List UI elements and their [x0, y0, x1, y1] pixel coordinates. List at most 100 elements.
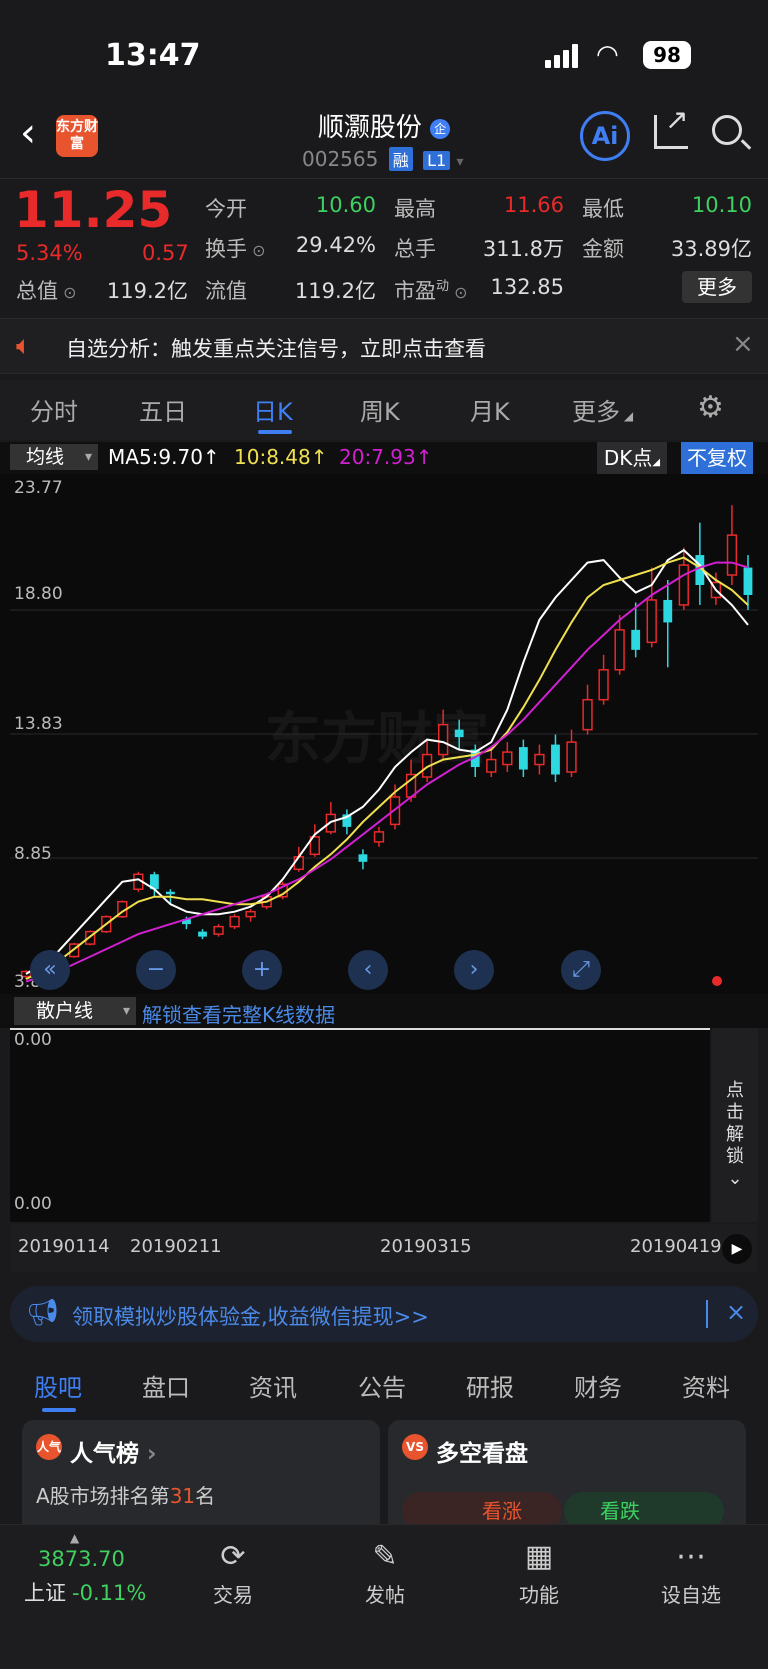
candle-down	[631, 629, 641, 650]
share-icon[interactable]	[654, 103, 688, 149]
candle-up	[726, 534, 738, 576]
date-axis: 20190114 20190211 20190315 20190419 ▶	[10, 1224, 758, 1272]
info-dots-icon: ⊙	[58, 283, 77, 302]
active-tab-indicator	[42, 1408, 76, 1412]
index-value[interactable]: 3873.70	[38, 1547, 125, 1571]
pe-superscript: 动	[436, 279, 450, 294]
ma-line-ma20	[25, 561, 749, 983]
high-value: 11.66	[503, 193, 564, 217]
index-name-row[interactable]: 上证 -0.11%	[24, 1577, 146, 1607]
search-icon[interactable]	[712, 115, 742, 145]
bull-bear-card[interactable]: VS 多空看盘 看涨 看跌	[388, 1420, 746, 1524]
tab-five-day[interactable]: 五日	[139, 392, 187, 427]
tab-research[interactable]: 研报	[466, 1368, 514, 1403]
pe-label[interactable]: 市盈动 ⊙	[394, 275, 468, 305]
no-adjust-button[interactable]: 不复权	[681, 442, 753, 474]
speaker-icon: 🔈︎	[16, 331, 32, 361]
nav-post[interactable]: ✎ 发帖	[340, 1539, 430, 1608]
more-button[interactable]: 更多	[682, 271, 752, 303]
stock-title[interactable]: 顺灏股份 企	[0, 107, 768, 144]
x-tick-label: 20190114	[18, 1236, 110, 1257]
unlock-kline-link[interactable]: 解锁查看完整K线数据	[142, 999, 335, 1028]
yen-circle-icon: ⟳	[220, 1539, 246, 1574]
close-icon[interactable]: ×	[726, 1298, 746, 1326]
caret-up-icon: ▲	[70, 1531, 80, 1545]
latest-marker-dot	[712, 976, 722, 986]
candle-down	[454, 729, 464, 738]
tab-intraday[interactable]: 分时	[30, 392, 78, 427]
scroll-right-icon[interactable]: ›	[454, 950, 494, 990]
current-price: 11.25	[14, 181, 173, 239]
high-label: 最高	[394, 197, 436, 221]
candle-up	[678, 564, 689, 606]
scroll-to-start-icon[interactable]: «	[30, 950, 70, 990]
candle-up	[614, 629, 625, 671]
quote-panel: 11.25 5.34% 0.57 今开 10.60 最高 11.66 最低 10…	[0, 178, 768, 308]
tab-finance[interactable]: 财务	[574, 1368, 622, 1403]
active-tab-indicator	[258, 430, 292, 434]
divider	[706, 1300, 708, 1328]
nav-trade[interactable]: ⟳ 交易	[188, 1539, 278, 1608]
turnover-label[interactable]: 换手 ⊙	[205, 233, 266, 263]
dk-point-button[interactable]: DK点◢	[597, 442, 667, 474]
tab-profile[interactable]: 资料	[682, 1368, 730, 1403]
candle-up	[646, 599, 657, 644]
promo-banner[interactable]: 📢︎ 领取模拟炒股体验金,收益微信提现>> ×	[10, 1286, 758, 1342]
float-cap-value: 119.2亿	[294, 279, 376, 303]
ma10-value: 10:8.48↑	[234, 445, 328, 469]
tab-weekly-k[interactable]: 周K	[360, 392, 400, 427]
bullish-button[interactable]: 看涨	[402, 1492, 562, 1524]
nav-functions[interactable]: ▦ 功能	[494, 1539, 584, 1608]
popularity-rank: A股市场排名第31名	[36, 1484, 216, 1508]
level-badge: L1	[423, 151, 451, 170]
zoom-out-icon[interactable]: −	[136, 950, 176, 990]
y-tick-label: 23.77	[14, 478, 63, 498]
bearish-button[interactable]: 看跌	[564, 1492, 724, 1524]
sub-indicator-selector[interactable]: 散户线	[14, 997, 136, 1025]
mktcap-label[interactable]: 总值 ⊙	[16, 275, 77, 305]
candle-down	[198, 931, 207, 937]
tab-monthly-k[interactable]: 月K	[470, 392, 510, 427]
indicator-selector[interactable]: 均线	[10, 444, 98, 470]
signal-notice-banner[interactable]: 🔈︎ 自选分析：触发重点关注信号，立即点击查看 ×	[0, 318, 768, 374]
settings-gear-icon[interactable]: ⚙	[697, 390, 724, 425]
index-change: -0.11%	[72, 1581, 147, 1605]
notice-text: 自选分析：触发重点关注信号，立即点击查看	[66, 337, 486, 361]
tab-more[interactable]: 更多 ◢	[572, 392, 633, 427]
popularity-card[interactable]: 人气 人气榜 › A股市场排名第31名	[22, 1420, 380, 1524]
candle-up	[534, 753, 545, 766]
low-label: 最低	[582, 197, 624, 221]
candle-down	[743, 567, 753, 595]
bottom-nav: ▲ 3873.70 上证 -0.11% ⟳ 交易 ✎ 发帖 ▦ 功能 ⋯ 设自选	[0, 1524, 768, 1669]
kline-chart[interactable]: 东方财富 23.77 18.80 13.83 8.85 3.88 « − + ‹…	[0, 474, 768, 994]
ai-assistant-button[interactable]: Ai	[580, 111, 630, 161]
play-icon[interactable]: ▶	[722, 1234, 752, 1264]
megaphone-icon: 📢︎	[26, 1298, 60, 1328]
candle-up	[486, 758, 497, 773]
feature-cards: 人气 人气榜 › A股市场排名第31名 VS 多空看盘 看涨 看跌	[0, 1414, 768, 1524]
fullscreen-icon[interactable]: ⤢	[561, 950, 601, 990]
zoom-in-icon[interactable]: +	[242, 950, 282, 990]
candle-up	[229, 915, 240, 928]
stock-name: 顺灏股份	[317, 113, 422, 143]
x-tick-label: 20190419	[630, 1236, 722, 1257]
edit-icon: ✎	[372, 1539, 398, 1574]
tab-pankou[interactable]: 盘口	[142, 1368, 190, 1403]
ma-line-ma5	[25, 548, 749, 975]
candle-down	[663, 599, 673, 623]
tab-guba[interactable]: 股吧	[34, 1368, 82, 1403]
tab-announcements[interactable]: 公告	[358, 1368, 406, 1403]
nav-add-watchlist[interactable]: ⋯ 设自选	[646, 1539, 736, 1608]
change-amount: 0.57	[142, 241, 189, 265]
candle-up	[213, 925, 224, 935]
stock-code-row[interactable]: 002565 融 L1 ▾	[302, 147, 464, 171]
y-tick-label: 13.83	[14, 714, 63, 734]
pe-value: 132.85	[490, 275, 564, 299]
ma-line-ma10	[25, 556, 749, 980]
scroll-left-icon[interactable]: ‹	[348, 950, 388, 990]
close-icon[interactable]: ×	[732, 329, 754, 359]
candle-up	[582, 698, 593, 731]
tab-news[interactable]: 资讯	[249, 1368, 297, 1403]
unlock-side-button[interactable]: 点击解锁 ⌄	[712, 1028, 758, 1222]
tab-daily-k[interactable]: 日K	[253, 392, 293, 427]
